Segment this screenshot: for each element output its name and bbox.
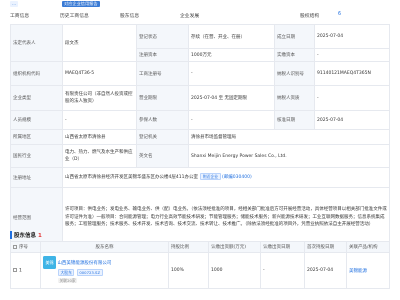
term-value: 2025-07-04 至 无固定期限 (188, 85, 275, 111)
row-first-date: 2025-07-04 (304, 252, 347, 289)
shareholders-table: 序号 股东名称 持股比例 认缴出资额(万元) 认缴出资日期 首次持股日期 关联产… (10, 241, 390, 289)
tab-history-business-info[interactable]: 历史工商信息 (60, 12, 89, 19)
row-checkbox[interactable] (13, 267, 17, 272)
postcode: (邮编030400) (222, 175, 252, 181)
english-name-label: 英文名 (136, 144, 189, 168)
reg-status-value: 存续（在营、开业、在册） (188, 24, 275, 49)
shareholder-name-link[interactable]: 山西美锦能源股份有限公司 (57, 261, 111, 266)
org-code-value: MAEQ4T36-5 (62, 61, 137, 86)
credit-report-tag[interactable]: 对应企业信用报告 (62, 1, 100, 7)
select-all-checkbox[interactable] (13, 244, 17, 249)
row-subscribe-date: - (260, 252, 305, 289)
english-name-value: Shanxi Meijin Energy Power Sales Co., Lt… (188, 144, 390, 168)
reg-status-label: 登记状态 (136, 24, 189, 49)
est-date-label: 成立日期 (274, 24, 315, 49)
reg-capital-value: 1000万元 (188, 48, 275, 62)
address-label: 注册地址 (10, 167, 63, 188)
col-header-product: 关联产品/机构 (346, 241, 390, 253)
industry-value: 电力、热力、燃气及水生产和供应业（D） (62, 144, 137, 168)
industry-label: 国民行业 (10, 144, 63, 168)
legal-rep-value[interactable]: 段文杰 (62, 24, 137, 62)
tab-equity-structure[interactable]: 股权结构 (300, 12, 319, 19)
row-ratio: 100% (168, 252, 209, 289)
staff-size-label: 人员规模 (10, 110, 63, 130)
row-name-cell: 美锦 山西美锦能源股份有限公司 大股东 000723.SZ 关联20家 (40, 252, 169, 289)
section-accent-bar (10, 231, 12, 239)
row-amount: 1000 (208, 252, 261, 289)
col-header-name: 股东名称 (40, 241, 169, 253)
org-code-label: 组织机构代码 (10, 61, 63, 86)
tab-business-info[interactable]: 工商信息 (10, 12, 29, 19)
header-tag: ... (10, 1, 18, 7)
taxpayer-id-label: 纳税人识别号 (274, 61, 315, 86)
table-row[interactable]: 1 美锦 山西美锦能源股份有限公司 大股东 000723.SZ 关联20家 10… (10, 252, 390, 289)
shareholders-count: 1 (37, 233, 42, 239)
row-index: 1 (10, 252, 41, 289)
col-header-ratio[interactable]: 持股比例 (168, 241, 209, 253)
company-type-value: 有限责任公司（非自然人投资或控股的法人独资） (62, 85, 137, 111)
col-header-index: 序号 (10, 241, 41, 253)
biz-reg-no-value: - (188, 61, 275, 86)
taxpayer-id-value: 91140121MAEQ4T365N (314, 61, 390, 86)
biz-reg-no-label: 工商注册号 (136, 61, 189, 86)
nearby-companies-link[interactable]: 附近企业 (200, 173, 221, 181)
legal-rep-label: 法定代表人 (10, 24, 63, 62)
shareholders-section-header: 股东信息 1 (10, 230, 389, 240)
insured-value: - (188, 110, 275, 130)
approval-date-value: 2025-07-04 (314, 110, 390, 130)
address-value: 山西省太原市清徐县经济开发区美锦华盛东区办公楼4层411办公室 (65, 175, 198, 181)
approval-date-label: 核准日期 (274, 110, 315, 130)
stock-code-tag[interactable]: 000723.SZ (76, 269, 103, 276)
staff-size-value: - (62, 110, 137, 130)
row-product-link[interactable]: 美锦能源 (346, 252, 390, 289)
est-date-value: 2025-07-04 (314, 24, 390, 49)
region-label: 所属地区 (10, 129, 63, 145)
tab-shareholders[interactable]: 股东信息 (120, 12, 139, 19)
tab-count-badge: 6 (338, 12, 342, 17)
taxpayer-qual-label: 纳税人资质 (274, 85, 315, 111)
term-label: 营业期限 (136, 85, 189, 111)
authority-value: 清徐县市场监督管理局 (188, 129, 390, 145)
col-header-amount[interactable]: 认缴出资额(万元) (208, 241, 261, 253)
related-count-tag[interactable]: 关联20家 (58, 277, 78, 283)
taxpayer-qual-value: - (314, 85, 390, 111)
col-header-first-date[interactable]: 首次持股日期 (304, 241, 347, 253)
shareholders-title: 股东信息 (14, 233, 37, 239)
address-cell: 山西省太原市清徐县经济开发区美锦华盛东区办公楼4层411办公室 附近企业 (邮编… (62, 167, 390, 188)
company-type-label: 企业类型 (10, 85, 63, 111)
authority-label: 登记机关 (136, 129, 189, 145)
major-shareholder-tag: 大股东 (58, 269, 75, 276)
company-logo: 美锦 (43, 256, 56, 269)
insured-label: 参保人数 (136, 110, 189, 130)
table-header-row: 序号 股东名称 持股比例 认缴出资额(万元) 认缴出资日期 首次持股日期 关联产… (10, 241, 390, 253)
reg-capital-label: 注册资本 (136, 48, 189, 62)
tab-company-development[interactable]: 企业发展 (180, 12, 199, 19)
paid-capital-label: 实缴资本 (274, 48, 315, 62)
tab-bar: 工商信息 历史工商信息 股东信息 企业发展 股权结构 6 (0, 12, 400, 22)
region-value: 山西省太原市清徐县 (62, 129, 137, 145)
section-title: 股东信息 1 (14, 231, 42, 239)
col-header-subscribe-date[interactable]: 认缴出资日期 (260, 241, 305, 253)
paid-capital-value: - (314, 48, 390, 62)
business-info-table: 法定代表人 段文杰 登记状态 存续（在营、开业、在册） 成立日期 2025-07… (10, 24, 390, 248)
